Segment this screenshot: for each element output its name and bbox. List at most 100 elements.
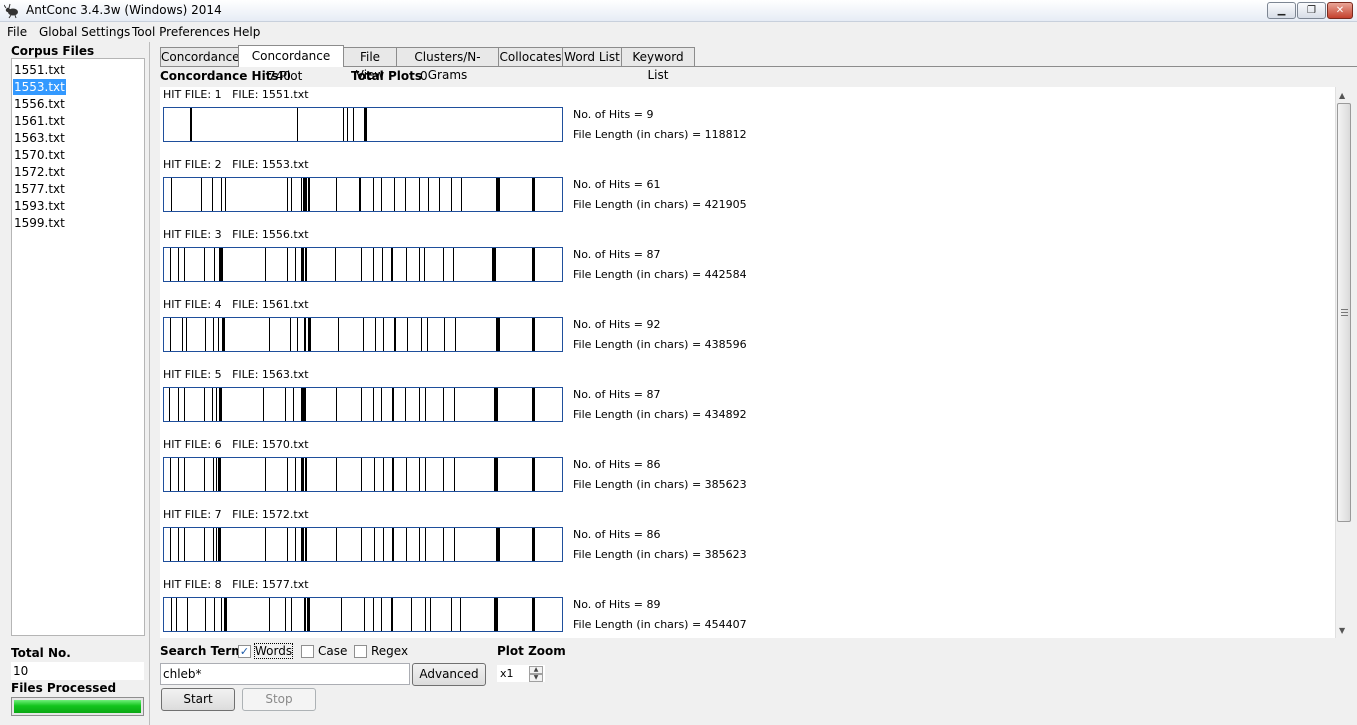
plot-hit-mark[interactable]	[424, 388, 426, 421]
tab-file-view[interactable]: File View	[343, 47, 397, 82]
plot-hit-mark[interactable]	[215, 528, 217, 561]
plot-hit-mark[interactable]	[394, 318, 397, 351]
corpus-file-item[interactable]: 1593.txt	[13, 198, 66, 214]
plot-hit-mark[interactable]	[493, 388, 498, 421]
plot-hit-mark[interactable]	[217, 318, 219, 351]
menu-global-settings[interactable]: Global Settings	[39, 25, 130, 39]
plot-hit-mark[interactable]	[190, 108, 193, 141]
plot-hit-mark[interactable]	[429, 598, 431, 631]
plot-hit-mark[interactable]	[213, 248, 215, 281]
plot-hit-mark[interactable]	[361, 388, 362, 421]
tab-collocates[interactable]: Collocates	[498, 47, 563, 66]
plot-hit-mark[interactable]	[214, 598, 216, 631]
plot-hit-mark[interactable]	[453, 528, 455, 561]
plot-hit-mark[interactable]	[183, 528, 185, 561]
plot-hit-mark[interactable]	[307, 178, 310, 211]
plot-hit-mark[interactable]	[287, 248, 289, 281]
plot-hit-mark[interactable]	[203, 388, 205, 421]
corpus-file-item[interactable]: 1561.txt	[13, 113, 66, 129]
plot-hit-mark[interactable]	[204, 318, 206, 351]
plot-hit-mark[interactable]	[169, 528, 171, 561]
plot-hit-mark[interactable]	[380, 388, 382, 421]
plot-hit-mark[interactable]	[290, 318, 292, 351]
plot-hit-mark[interactable]	[300, 458, 304, 491]
plot-hit-mark[interactable]	[373, 248, 375, 281]
plot-hit-mark[interactable]	[532, 178, 536, 211]
plot-hit-mark[interactable]	[493, 598, 498, 631]
plot-hit-mark[interactable]	[169, 388, 171, 421]
plot-hit-mark[interactable]	[175, 598, 177, 631]
plot-hit-mark[interactable]	[177, 248, 179, 281]
plot-hit-mark[interactable]	[287, 178, 289, 211]
plot-hit-mark[interactable]	[438, 178, 440, 211]
plot-hit-mark[interactable]	[419, 178, 421, 211]
plot-hit-mark[interactable]	[220, 178, 222, 211]
plot-hit-mark[interactable]	[201, 178, 203, 211]
regex-label[interactable]: Regex	[371, 644, 408, 658]
plot-hit-mark[interactable]	[405, 248, 407, 281]
plot-hit-mark[interactable]	[205, 598, 207, 631]
plot-hit-mark[interactable]	[423, 248, 425, 281]
plot-hit-mark[interactable]	[410, 598, 412, 631]
plot-hit-mark[interactable]	[304, 318, 307, 351]
plot-hit-mark[interactable]	[305, 458, 308, 491]
plot-hit-mark[interactable]	[347, 108, 349, 141]
plot-hit-mark[interactable]	[453, 388, 455, 421]
corpus-file-item[interactable]: 1599.txt	[13, 215, 66, 231]
plot-hit-mark[interactable]	[382, 318, 384, 351]
words-checkbox[interactable]: ✓	[238, 645, 251, 658]
close-button[interactable]: ✕	[1327, 2, 1353, 19]
scroll-thumb[interactable]	[1337, 103, 1351, 522]
plot-hit-mark[interactable]	[424, 458, 426, 491]
plot-hit-mark[interactable]	[336, 528, 338, 561]
plot-hit-mark[interactable]	[532, 388, 536, 421]
start-button[interactable]: Start	[161, 688, 235, 711]
search-term-input[interactable]	[160, 663, 410, 685]
plot-hit-mark[interactable]	[392, 458, 395, 491]
plot-hit-mark[interactable]	[223, 598, 227, 631]
plot-hit-mark[interactable]	[303, 598, 306, 631]
plot-hit-mark[interactable]	[360, 178, 362, 211]
plot-hit-mark[interactable]	[493, 458, 498, 491]
plot-hit-mark[interactable]	[218, 458, 222, 491]
plot-hit-mark[interactable]	[268, 598, 270, 631]
plot-hit-mark[interactable]	[178, 458, 180, 491]
tab-clusters-ngrams[interactable]: Clusters/N-Grams	[396, 47, 499, 82]
plot-hit-mark[interactable]	[492, 248, 497, 281]
plot-hit-mark[interactable]	[300, 248, 304, 281]
plot-hit-mark[interactable]	[171, 178, 173, 211]
plot-hit-mark[interactable]	[374, 528, 376, 561]
tab-word-list[interactable]: Word List	[562, 47, 622, 66]
plot-hit-mark[interactable]	[373, 178, 375, 211]
plot-hit-mark[interactable]	[405, 528, 407, 561]
plot-hit-mark[interactable]	[373, 598, 375, 631]
plot-strip[interactable]	[163, 527, 563, 562]
plot-hit-mark[interactable]	[391, 598, 394, 631]
plot-hit-mark[interactable]	[268, 318, 270, 351]
plot-hit-mark[interactable]	[218, 388, 222, 421]
plot-hit-mark[interactable]	[361, 528, 362, 561]
scroll-up-icon[interactable]: ▲	[1339, 91, 1345, 100]
plot-hit-mark[interactable]	[211, 388, 213, 421]
plot-hit-mark[interactable]	[532, 528, 536, 561]
plot-strip[interactable]	[163, 317, 563, 352]
corpus-file-item[interactable]: 1577.txt	[13, 181, 66, 197]
plot-hit-mark[interactable]	[418, 248, 420, 281]
corpus-file-item[interactable]: 1553.txt	[13, 79, 66, 95]
words-label[interactable]: Words	[253, 643, 294, 659]
case-label[interactable]: Case	[318, 644, 347, 658]
plot-hit-mark[interactable]	[532, 458, 536, 491]
plot-hit-mark[interactable]	[424, 528, 426, 561]
plot-hit-mark[interactable]	[264, 248, 266, 281]
plot-hit-mark[interactable]	[391, 248, 394, 281]
plot-strip[interactable]	[163, 387, 563, 422]
tab-keyword-list[interactable]: Keyword List	[621, 47, 695, 82]
plot-hit-mark[interactable]	[404, 388, 406, 421]
plot-hit-mark[interactable]	[374, 318, 376, 351]
plot-hit-mark[interactable]	[532, 248, 536, 281]
plot-hit-mark[interactable]	[336, 388, 338, 421]
plot-hit-mark[interactable]	[218, 528, 222, 561]
corpus-file-item[interactable]: 1572.txt	[13, 164, 66, 180]
plot-strip[interactable]	[163, 597, 563, 632]
plot-hit-mark[interactable]	[341, 598, 343, 631]
